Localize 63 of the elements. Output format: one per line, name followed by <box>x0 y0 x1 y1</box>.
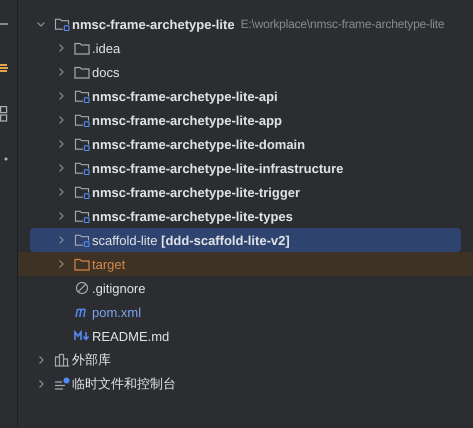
item-label: pom.xml <box>92 304 142 320</box>
item-label: nmsc-frame-archetype-lite <box>72 16 235 32</box>
tree-item[interactable]: nmsc-frame-archetype-lite-trigger <box>18 180 473 204</box>
item-label: nmsc-frame-archetype-lite-api <box>92 88 278 104</box>
item-label: target <box>92 256 126 272</box>
chevron-right-icon[interactable] <box>56 187 66 197</box>
item-label: .idea <box>92 40 120 56</box>
chevron-right-icon[interactable] <box>56 67 66 77</box>
tree-item[interactable]: nmsc-frame-archetype-lite-domain <box>18 132 473 156</box>
tree-item[interactable]: docs <box>18 60 473 84</box>
chevron-right-icon[interactable] <box>56 91 66 101</box>
item-label: 外部库 <box>72 351 111 369</box>
chevron-down-icon[interactable] <box>36 19 46 29</box>
tree-item[interactable]: nmsc-frame-archetype-lite-api <box>18 84 473 108</box>
module-folder-icon <box>74 89 90 103</box>
tree-item[interactable]: nmsc-frame-archetype-lite-infrastructure <box>18 156 473 180</box>
item-label: scaffold-lite [ddd-scaffold-lite-v2] <box>92 232 290 248</box>
tree-item[interactable]: 临时文件和控制台 <box>18 372 473 396</box>
module-folder-icon <box>74 209 90 223</box>
project-path: E:\workplace\nmsc-frame-archetype-lite <box>240 17 444 31</box>
chevron-right-icon[interactable] <box>56 43 66 53</box>
tree-item[interactable]: pom.xml <box>18 300 473 324</box>
item-label: nmsc-frame-archetype-lite-trigger <box>92 184 300 200</box>
chevron-right-icon[interactable] <box>56 211 66 221</box>
dot-icon[interactable] <box>4 157 8 161</box>
chevron-right-icon[interactable] <box>56 163 66 173</box>
folder-icon <box>74 41 90 55</box>
item-label: .gitignore <box>92 280 146 296</box>
markdown-icon <box>74 329 90 343</box>
tree-item[interactable]: nmsc-frame-archetype-lite-app <box>18 108 473 132</box>
item-label: nmsc-frame-archetype-lite-infrastructure <box>92 160 344 176</box>
tree-item[interactable]: nmsc-frame-archetype-lite E:\workplace\nmsc-frame-archetype-lite <box>18 12 473 36</box>
item-label: README.md <box>92 328 170 344</box>
chevron-right-icon[interactable] <box>56 259 66 269</box>
module-folder-icon <box>74 137 90 151</box>
tree-item[interactable]: .gitignore <box>18 276 473 300</box>
item-label: nmsc-frame-archetype-lite-domain <box>92 136 306 152</box>
chevron-right-icon[interactable] <box>56 235 66 245</box>
tree-item[interactable]: README.md <box>18 324 473 348</box>
chevron-right-icon[interactable] <box>56 139 66 149</box>
tree-item[interactable]: .idea <box>18 36 473 60</box>
tree-item[interactable]: scaffold-lite [ddd-scaffold-lite-v2] <box>30 228 461 252</box>
module-folder-icon <box>74 185 90 199</box>
library-icon <box>54 353 70 367</box>
item-label: 临时文件和控制台 <box>72 375 176 393</box>
grid-icon[interactable] <box>0 106 8 122</box>
chevron-right-icon[interactable] <box>36 379 46 389</box>
item-label: nmsc-frame-archetype-lite-app <box>92 112 282 128</box>
item-label: docs <box>92 64 120 80</box>
module-folder-icon <box>74 161 90 175</box>
tree-item[interactable]: nmsc-frame-archetype-lite-types <box>18 204 473 228</box>
chevron-right-icon[interactable] <box>56 115 66 125</box>
scratch-list-icon <box>54 377 70 391</box>
module-folder-icon <box>74 233 90 247</box>
forbidden-icon <box>74 281 90 295</box>
folder-icon <box>74 257 90 271</box>
tree-item[interactable]: target <box>18 252 473 276</box>
module-folder-icon <box>74 113 90 127</box>
chevron-right-icon[interactable] <box>36 355 46 365</box>
tree-item[interactable]: 外部库 <box>18 348 473 372</box>
item-label: nmsc-frame-archetype-lite-types <box>92 208 293 224</box>
module-folder-icon <box>54 17 70 31</box>
folder-icon <box>74 65 90 79</box>
